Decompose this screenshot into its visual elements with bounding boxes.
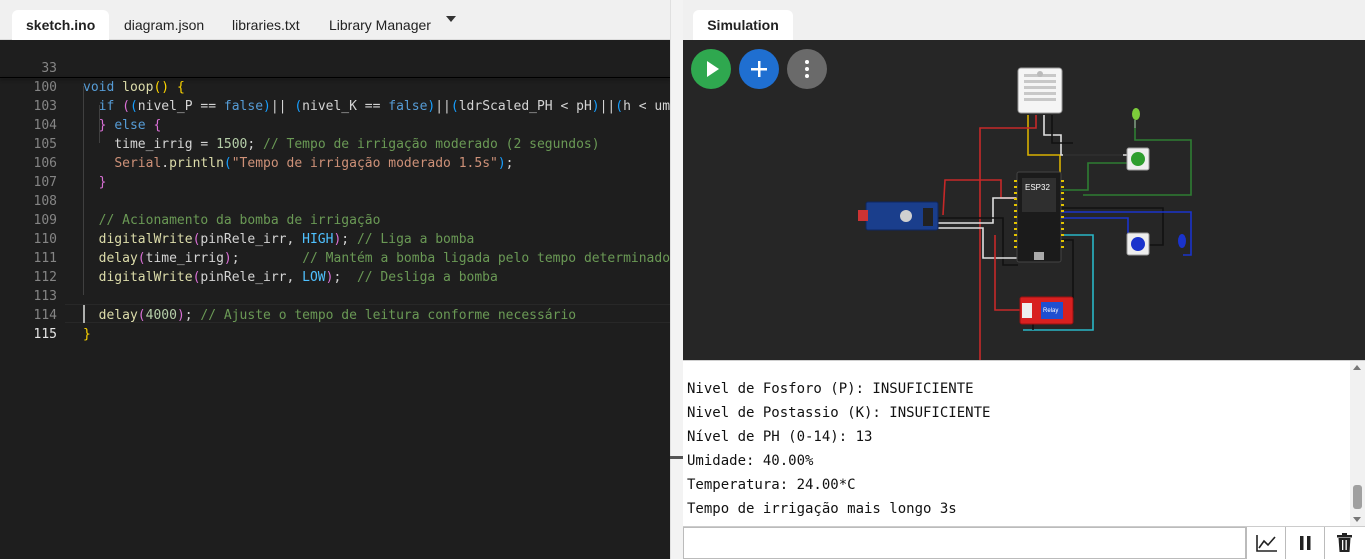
console-line: Temperatura: 24.00*C [687,477,856,493]
console-line: Umidade: 40.00% [687,453,814,469]
dht-sensor-part [1017,67,1063,114]
console-line: Nível de PH (0-14): 13 [687,429,873,445]
scroll-up-icon[interactable] [1353,365,1361,370]
serial-input-bar [683,526,1365,559]
blue-led-part [1178,234,1186,248]
tab-diagram-json[interactable]: diagram.json [124,10,204,40]
code-line-106[interactable]: 106 } [0,135,670,190]
sticky-line[interactable]: 33 void loop() { [0,40,670,95]
relay-label: Relay [1043,308,1058,314]
console-scrollbar[interactable] [1350,361,1365,527]
editor-scrollbar[interactable] [670,0,683,559]
code-text: } [83,327,91,342]
clear-button[interactable] [1324,527,1363,559]
tab-libraries-txt[interactable]: libraries.txt [232,10,300,40]
code-line-103[interactable]: 103 } else { [0,78,670,133]
tab-library-manager[interactable]: Library Manager [329,10,431,40]
code-line-108[interactable]: 108 // Acionamento da bomba de irrigação [0,173,670,228]
chevron-down-icon[interactable] [446,16,456,22]
tab-sketch-ino[interactable]: sketch.ino [12,10,110,40]
simulation-canvas[interactable]: ESP32 Relay [683,40,1365,360]
code-line-107[interactable]: 107 [0,154,670,190]
trash-icon [1337,533,1352,552]
chart-icon [1256,535,1277,552]
wokwi-window: sketch.ino diagram.json libraries.txt Li… [0,0,1365,559]
plotter-button[interactable] [1246,527,1285,559]
sticky-line[interactable]: 100 if ((nivel_P == false)|| (nivel_K ==… [0,59,670,114]
code-line-111[interactable]: 111 digitalWrite(pinRele_irr, LOW); // D… [0,230,670,285]
pause-button[interactable] [1285,527,1324,559]
esp32-label: ESP32 [1025,183,1050,192]
code-line-113[interactable]: 113 delay(4000); // Ajuste o tempo de le… [0,268,670,323]
editor-tabbar: sketch.ino diagram.json libraries.txt Li… [0,0,683,40]
code-area[interactable]: 33 void loop() { 100 if ((nivel_P == fal… [0,40,670,559]
console-line: Nivel de Postassio (K): INSUFICIENTE [687,405,991,421]
scrollbar-thumb[interactable] [1353,485,1362,509]
code-line-115[interactable]: 115 [0,306,670,342]
line-number: 115 [33,327,57,342]
code-line-110[interactable]: 110 delay(time_irrig); // Mantém a bomba… [0,211,670,266]
scroll-down-icon[interactable] [1353,517,1361,522]
blue-pushbutton-part [1126,232,1150,256]
code-line-105[interactable]: 105 Serial.println("Tempo de irrigação m… [0,116,670,171]
ldr-sensor-part [858,201,939,231]
serial-monitor: Nivel de Fosforo (P): INSUFICIENTE Nivel… [683,360,1365,527]
pause-icon [1300,536,1311,550]
pane-splitter-handle[interactable] [670,456,683,459]
circuit-diagram[interactable]: ESP32 Relay [683,40,1365,360]
esp32-board-part: ESP32 [1014,171,1064,263]
code-line-112[interactable]: 112 [0,249,670,285]
console-line: Nivel de Fosforo (P): INSUFICIENTE [687,381,974,397]
code-line-104[interactable]: 104 time_irrig = 1500; // Tempo de irrig… [0,97,670,152]
code-line-109[interactable]: 109 digitalWrite(pinRele_irr, HIGH); // … [0,192,670,247]
green-pushbutton-part [1126,147,1150,171]
text-cursor [83,305,85,323]
relay-module-part: Relay [1019,296,1074,325]
serial-input[interactable] [683,527,1246,559]
console-line: Tempo de irrigação mais longo 3s [687,501,957,517]
green-led-part [1132,108,1140,128]
tab-simulation[interactable]: Simulation [693,10,793,40]
